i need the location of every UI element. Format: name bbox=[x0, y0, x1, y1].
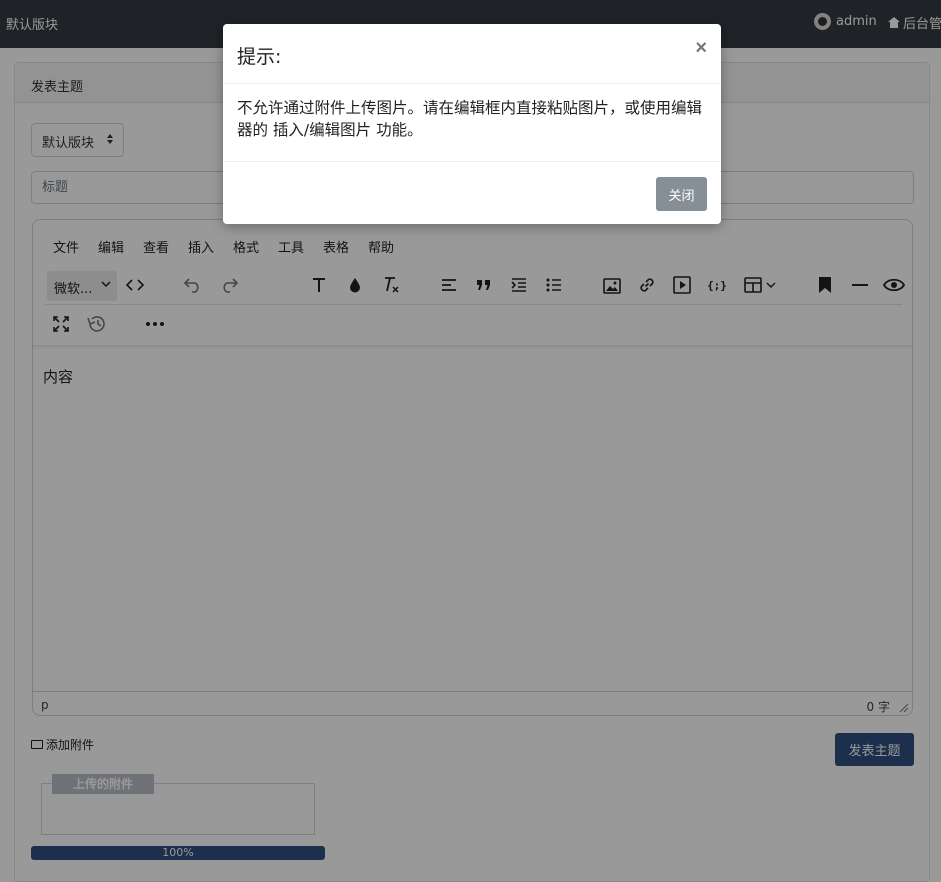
alert-modal: 提示: × 不允许通过附件上传图片。请在编辑框内直接粘贴图片，或使用编辑器的 插… bbox=[223, 24, 721, 224]
modal-footer: 关闭 bbox=[223, 161, 721, 224]
modal-close-button[interactable]: 关闭 bbox=[656, 177, 707, 211]
modal-header: 提示: × bbox=[223, 24, 721, 84]
modal-message: 不允许通过附件上传图片。请在编辑框内直接粘贴图片，或使用编辑器的 插入/编辑图片… bbox=[237, 99, 703, 139]
modal-title: 提示: bbox=[237, 46, 282, 68]
close-icon[interactable]: × bbox=[695, 38, 707, 58]
